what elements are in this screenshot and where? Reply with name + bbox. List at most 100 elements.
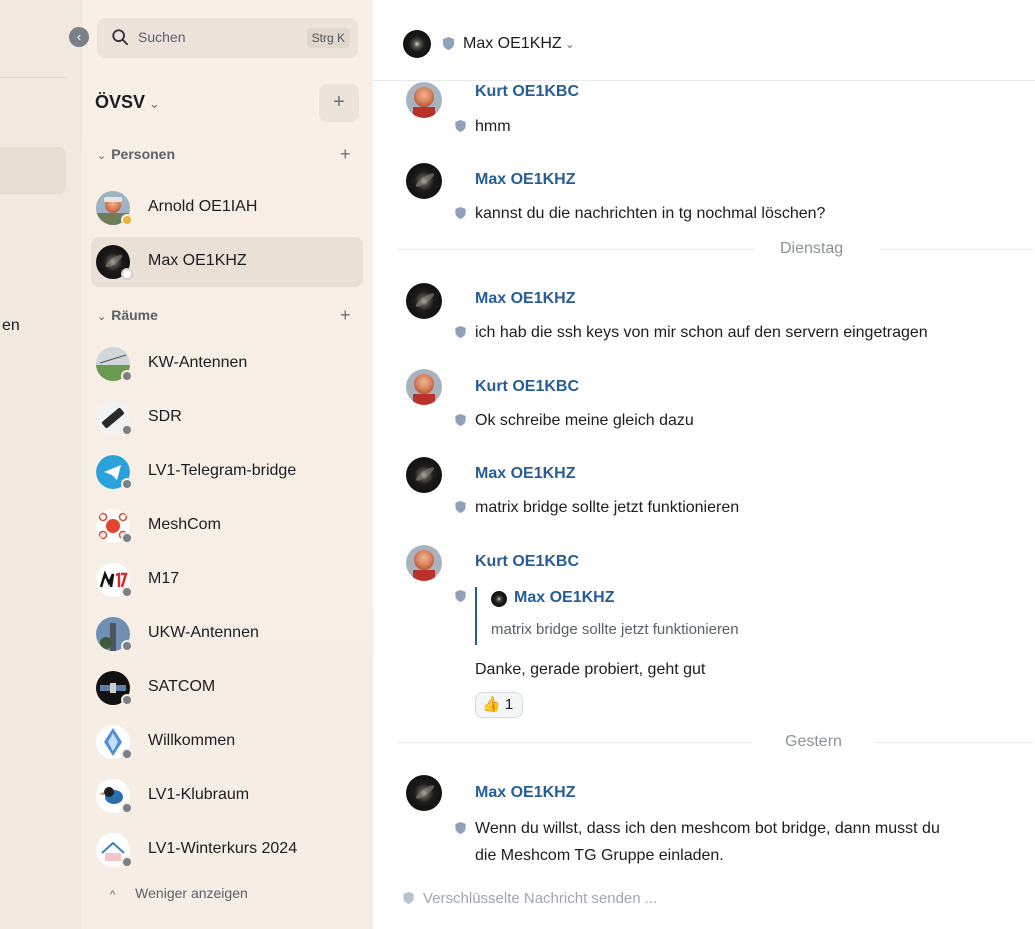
- chevron-left-icon: ‹: [76, 29, 82, 44]
- avatar: [406, 457, 442, 493]
- person-name: Max OE1KHZ: [148, 252, 247, 269]
- space-item-selected[interactable]: [0, 147, 66, 194]
- room-item-lv1-telegram-bridge[interactable]: LV1-Telegram-bridge: [91, 447, 363, 497]
- message-body: kannst du die nachrichten in tg nochmal …: [455, 205, 825, 223]
- public-room-icon: [121, 370, 133, 382]
- avatar: [406, 545, 442, 581]
- shield-icon: [455, 590, 466, 602]
- public-room-icon: [121, 694, 133, 706]
- thumbs-up-icon: 👍: [482, 696, 501, 713]
- avatar: [406, 163, 442, 199]
- message-sender[interactable]: Kurt OE1KBC: [475, 553, 579, 571]
- shield-icon: [455, 822, 466, 834]
- room-item-ukw-antennen[interactable]: UKW-Antennen: [91, 609, 363, 659]
- public-room-icon: [121, 532, 133, 544]
- show-less-label: Weniger anzeigen: [135, 885, 248, 901]
- reaction-thumbs-up[interactable]: 👍 1: [475, 692, 523, 718]
- message-body: Danke, gerade probiert, geht gut: [475, 661, 706, 678]
- quote-sender: Max OE1KHZ: [514, 589, 615, 606]
- room-name: SATCOM: [148, 678, 216, 695]
- add-button[interactable]: +: [319, 84, 359, 122]
- room-name: SDR: [148, 408, 182, 425]
- room-item-sdr[interactable]: SDR: [91, 393, 363, 443]
- message-body: hmm: [455, 118, 511, 136]
- room-header[interactable]: Max OE1KHZ ⌄: [373, 0, 1035, 81]
- space-label-cut: en: [2, 317, 20, 334]
- public-room-icon: [121, 802, 133, 814]
- public-room-icon: [121, 856, 133, 868]
- presence-offline-icon: [121, 268, 133, 280]
- shield-icon: [455, 501, 466, 513]
- message-body: matrix bridge sollte jetzt funktionieren: [455, 499, 739, 517]
- room-item-lv1-winterkurs-2024[interactable]: LV1-Winterkurs 2024: [91, 825, 363, 875]
- public-room-icon: [121, 748, 133, 760]
- chevron-down-icon: ⌄: [97, 311, 107, 323]
- space-panel-divider: [0, 77, 66, 78]
- search-shortcut: Strg K: [306, 28, 350, 48]
- room-name: LV1-Winterkurs 2024: [148, 840, 298, 857]
- reply-quote[interactable]: Max OE1KHZ matrix bridge sollte jetzt fu…: [475, 587, 815, 645]
- message-body-continued: die Meshcom TG Gruppe einladen.: [475, 847, 724, 864]
- collapse-sidebar-button[interactable]: ‹: [69, 27, 89, 47]
- add-room-button[interactable]: +: [340, 305, 351, 326]
- message-sender[interactable]: Max OE1KHZ: [475, 290, 575, 308]
- person-name: Arnold OE1IAH: [148, 198, 258, 215]
- room-item-kw-antennen[interactable]: KW-Antennen: [91, 339, 363, 389]
- avatar: [406, 283, 442, 319]
- message-composer[interactable]: Verschlüsselte Nachricht senden ...: [403, 890, 657, 907]
- shield-icon: [455, 414, 466, 426]
- shield-icon: [455, 207, 466, 219]
- room-name: Willkommen: [148, 732, 236, 749]
- chevron-up-icon: ^: [110, 889, 116, 901]
- room-name: M17: [148, 570, 180, 587]
- room-item-m17[interactable]: M17: [91, 555, 363, 605]
- chevron-down-icon: ⌄: [149, 96, 160, 111]
- room-item-satcom[interactable]: SATCOM: [91, 663, 363, 713]
- public-room-icon: [121, 640, 133, 652]
- date-separator: Gestern: [398, 733, 1033, 753]
- space-panel: en: [0, 0, 82, 929]
- chat-panel: Max OE1KHZ ⌄ Kurt OE1KBC hmm Max OE1KHZ k…: [373, 0, 1035, 929]
- room-name: MeshCom: [148, 516, 221, 533]
- search-icon: [112, 29, 129, 46]
- room-name: KW-Antennen: [148, 354, 248, 371]
- public-room-icon: [121, 586, 133, 598]
- person-item-max[interactable]: Max OE1KHZ: [91, 237, 363, 287]
- show-less-button[interactable]: ^ Weniger anzeigen: [110, 885, 248, 901]
- public-room-icon: [121, 478, 133, 490]
- message-sender[interactable]: Max OE1KHZ: [475, 171, 575, 189]
- shield-icon: [443, 37, 454, 50]
- search-button[interactable]: Suchen Strg K: [97, 18, 358, 58]
- message-sender[interactable]: Kurt OE1KBC: [475, 83, 579, 101]
- shield-icon: [455, 326, 466, 338]
- room-item-meshcom[interactable]: MeshCom: [91, 501, 363, 551]
- room-name: LV1-Klubraum: [148, 786, 250, 803]
- message-sender[interactable]: Max OE1KHZ: [475, 465, 575, 483]
- room-item-lv1-klubraum[interactable]: LV1-Klubraum: [91, 771, 363, 821]
- message-body: Ok schreibe meine gleich dazu: [455, 412, 694, 430]
- person-item-arnold[interactable]: Arnold OE1IAH: [91, 183, 363, 233]
- avatar: [406, 369, 442, 405]
- shield-icon: [403, 892, 414, 904]
- section-people-toggle[interactable]: ⌄ Personen: [97, 146, 175, 162]
- room-list-panel: Suchen Strg K ÖVSV ⌄ + ⌄ Personen + Arnold…: [82, 0, 373, 929]
- space-name-menu[interactable]: ÖVSV ⌄: [95, 92, 160, 113]
- add-person-button[interactable]: +: [340, 144, 351, 165]
- room-item-willkommen[interactable]: Willkommen: [91, 717, 363, 767]
- composer-placeholder: Verschlüsselte Nachricht senden ...: [423, 890, 658, 907]
- avatar: [406, 775, 442, 811]
- section-rooms-toggle[interactable]: ⌄ Räume: [97, 307, 158, 323]
- public-room-icon: [121, 424, 133, 436]
- message-sender[interactable]: Max OE1KHZ: [475, 784, 575, 802]
- date-separator: Dienstag: [398, 240, 1033, 260]
- message-body: Wenn du willst, dass ich den meshcom bot…: [455, 820, 940, 838]
- reaction-count: 1: [504, 696, 514, 713]
- room-title: Max OE1KHZ ⌄: [463, 35, 575, 52]
- room-name: LV1-Telegram-bridge: [148, 462, 297, 479]
- space-name: ÖVSV: [95, 92, 146, 112]
- search-placeholder: Suchen: [138, 29, 186, 45]
- section-rooms-title: Räume: [111, 307, 158, 323]
- message-body: ich hab die ssh keys von mir schon auf d…: [455, 324, 928, 342]
- message-sender[interactable]: Kurt OE1KBC: [475, 378, 579, 396]
- presence-away-icon: [121, 214, 133, 226]
